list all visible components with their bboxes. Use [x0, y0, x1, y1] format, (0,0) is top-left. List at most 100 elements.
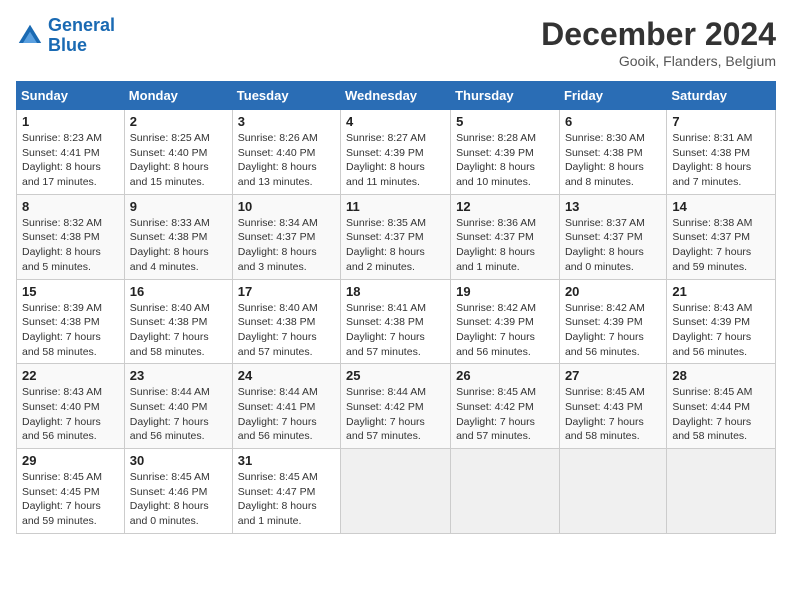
calendar-cell: 29 Sunrise: 8:45 AMSunset: 4:45 PMDaylig… [17, 449, 125, 534]
title-block: December 2024 Gooik, Flanders, Belgium [541, 16, 776, 69]
cell-info: Sunrise: 8:32 AMSunset: 4:38 PMDaylight:… [22, 217, 102, 273]
cell-info: Sunrise: 8:45 AMSunset: 4:43 PMDaylight:… [565, 386, 645, 442]
day-number: 3 [238, 114, 335, 129]
day-number: 8 [22, 199, 119, 214]
calendar-cell: 2 Sunrise: 8:25 AMSunset: 4:40 PMDayligh… [124, 110, 232, 195]
calendar-table: Sunday Monday Tuesday Wednesday Thursday… [16, 81, 776, 534]
cell-info: Sunrise: 8:44 AMSunset: 4:42 PMDaylight:… [346, 386, 426, 442]
day-number: 5 [456, 114, 554, 129]
cell-info: Sunrise: 8:41 AMSunset: 4:38 PMDaylight:… [346, 302, 426, 358]
day-number: 24 [238, 368, 335, 383]
calendar-cell: 21 Sunrise: 8:43 AMSunset: 4:39 PMDaylig… [667, 279, 776, 364]
logo-icon [16, 22, 44, 50]
cell-info: Sunrise: 8:37 AMSunset: 4:37 PMDaylight:… [565, 217, 645, 273]
cell-info: Sunrise: 8:45 AMSunset: 4:44 PMDaylight:… [672, 386, 752, 442]
calendar-cell: 7 Sunrise: 8:31 AMSunset: 4:38 PMDayligh… [667, 110, 776, 195]
cell-info: Sunrise: 8:45 AMSunset: 4:47 PMDaylight:… [238, 471, 318, 527]
day-number: 21 [672, 284, 770, 299]
calendar-row-5: 29 Sunrise: 8:45 AMSunset: 4:45 PMDaylig… [17, 449, 776, 534]
logo-text: General Blue [48, 16, 115, 56]
calendar-cell: 16 Sunrise: 8:40 AMSunset: 4:38 PMDaylig… [124, 279, 232, 364]
cell-info: Sunrise: 8:30 AMSunset: 4:38 PMDaylight:… [565, 132, 645, 188]
day-number: 25 [346, 368, 445, 383]
cell-info: Sunrise: 8:43 AMSunset: 4:40 PMDaylight:… [22, 386, 102, 442]
calendar-cell: 26 Sunrise: 8:45 AMSunset: 4:42 PMDaylig… [451, 364, 560, 449]
calendar-cell: 28 Sunrise: 8:45 AMSunset: 4:44 PMDaylig… [667, 364, 776, 449]
day-number: 28 [672, 368, 770, 383]
cell-info: Sunrise: 8:44 AMSunset: 4:41 PMDaylight:… [238, 386, 318, 442]
day-number: 15 [22, 284, 119, 299]
calendar-cell: 19 Sunrise: 8:42 AMSunset: 4:39 PMDaylig… [451, 279, 560, 364]
calendar-cell: 13 Sunrise: 8:37 AMSunset: 4:37 PMDaylig… [559, 194, 666, 279]
day-number: 20 [565, 284, 661, 299]
day-number: 29 [22, 453, 119, 468]
day-number: 9 [130, 199, 227, 214]
calendar-body: 1 Sunrise: 8:23 AMSunset: 4:41 PMDayligh… [17, 110, 776, 534]
col-tuesday: Tuesday [232, 82, 340, 110]
cell-info: Sunrise: 8:38 AMSunset: 4:37 PMDaylight:… [672, 217, 752, 273]
cell-info: Sunrise: 8:35 AMSunset: 4:37 PMDaylight:… [346, 217, 426, 273]
cell-info: Sunrise: 8:33 AMSunset: 4:38 PMDaylight:… [130, 217, 210, 273]
day-number: 2 [130, 114, 227, 129]
day-number: 11 [346, 199, 445, 214]
cell-info: Sunrise: 8:25 AMSunset: 4:40 PMDaylight:… [130, 132, 210, 188]
calendar-cell: 11 Sunrise: 8:35 AMSunset: 4:37 PMDaylig… [341, 194, 451, 279]
day-number: 14 [672, 199, 770, 214]
calendar-cell [341, 449, 451, 534]
calendar-cell: 18 Sunrise: 8:41 AMSunset: 4:38 PMDaylig… [341, 279, 451, 364]
day-number: 19 [456, 284, 554, 299]
day-number: 16 [130, 284, 227, 299]
col-monday: Monday [124, 82, 232, 110]
day-number: 17 [238, 284, 335, 299]
cell-info: Sunrise: 8:40 AMSunset: 4:38 PMDaylight:… [238, 302, 318, 358]
day-number: 12 [456, 199, 554, 214]
day-number: 13 [565, 199, 661, 214]
cell-info: Sunrise: 8:34 AMSunset: 4:37 PMDaylight:… [238, 217, 318, 273]
day-number: 30 [130, 453, 227, 468]
col-wednesday: Wednesday [341, 82, 451, 110]
cell-info: Sunrise: 8:39 AMSunset: 4:38 PMDaylight:… [22, 302, 102, 358]
logo: General Blue [16, 16, 115, 56]
logo-general: General [48, 15, 115, 35]
calendar-cell: 24 Sunrise: 8:44 AMSunset: 4:41 PMDaylig… [232, 364, 340, 449]
calendar-cell: 8 Sunrise: 8:32 AMSunset: 4:38 PMDayligh… [17, 194, 125, 279]
day-number: 10 [238, 199, 335, 214]
day-number: 31 [238, 453, 335, 468]
calendar-cell: 30 Sunrise: 8:45 AMSunset: 4:46 PMDaylig… [124, 449, 232, 534]
cell-info: Sunrise: 8:23 AMSunset: 4:41 PMDaylight:… [22, 132, 102, 188]
calendar-row-3: 15 Sunrise: 8:39 AMSunset: 4:38 PMDaylig… [17, 279, 776, 364]
calendar-row-2: 8 Sunrise: 8:32 AMSunset: 4:38 PMDayligh… [17, 194, 776, 279]
calendar-cell: 25 Sunrise: 8:44 AMSunset: 4:42 PMDaylig… [341, 364, 451, 449]
calendar-cell: 31 Sunrise: 8:45 AMSunset: 4:47 PMDaylig… [232, 449, 340, 534]
day-number: 22 [22, 368, 119, 383]
col-sunday: Sunday [17, 82, 125, 110]
cell-info: Sunrise: 8:43 AMSunset: 4:39 PMDaylight:… [672, 302, 752, 358]
cell-info: Sunrise: 8:45 AMSunset: 4:42 PMDaylight:… [456, 386, 536, 442]
cell-info: Sunrise: 8:28 AMSunset: 4:39 PMDaylight:… [456, 132, 536, 188]
col-friday: Friday [559, 82, 666, 110]
calendar-cell: 5 Sunrise: 8:28 AMSunset: 4:39 PMDayligh… [451, 110, 560, 195]
day-number: 6 [565, 114, 661, 129]
calendar-cell: 9 Sunrise: 8:33 AMSunset: 4:38 PMDayligh… [124, 194, 232, 279]
calendar-cell: 1 Sunrise: 8:23 AMSunset: 4:41 PMDayligh… [17, 110, 125, 195]
cell-info: Sunrise: 8:45 AMSunset: 4:46 PMDaylight:… [130, 471, 210, 527]
cell-info: Sunrise: 8:27 AMSunset: 4:39 PMDaylight:… [346, 132, 426, 188]
calendar-cell: 10 Sunrise: 8:34 AMSunset: 4:37 PMDaylig… [232, 194, 340, 279]
calendar-cell: 4 Sunrise: 8:27 AMSunset: 4:39 PMDayligh… [341, 110, 451, 195]
calendar-cell [559, 449, 666, 534]
day-number: 4 [346, 114, 445, 129]
day-number: 23 [130, 368, 227, 383]
location-subtitle: Gooik, Flanders, Belgium [541, 53, 776, 69]
calendar-cell: 6 Sunrise: 8:30 AMSunset: 4:38 PMDayligh… [559, 110, 666, 195]
calendar-cell: 20 Sunrise: 8:42 AMSunset: 4:39 PMDaylig… [559, 279, 666, 364]
page-header: General Blue December 2024 Gooik, Flande… [16, 16, 776, 69]
calendar-cell: 14 Sunrise: 8:38 AMSunset: 4:37 PMDaylig… [667, 194, 776, 279]
calendar-cell: 27 Sunrise: 8:45 AMSunset: 4:43 PMDaylig… [559, 364, 666, 449]
day-number: 26 [456, 368, 554, 383]
calendar-cell [451, 449, 560, 534]
calendar-cell: 23 Sunrise: 8:44 AMSunset: 4:40 PMDaylig… [124, 364, 232, 449]
calendar-cell: 3 Sunrise: 8:26 AMSunset: 4:40 PMDayligh… [232, 110, 340, 195]
calendar-cell: 15 Sunrise: 8:39 AMSunset: 4:38 PMDaylig… [17, 279, 125, 364]
calendar-cell: 17 Sunrise: 8:40 AMSunset: 4:38 PMDaylig… [232, 279, 340, 364]
cell-info: Sunrise: 8:45 AMSunset: 4:45 PMDaylight:… [22, 471, 102, 527]
